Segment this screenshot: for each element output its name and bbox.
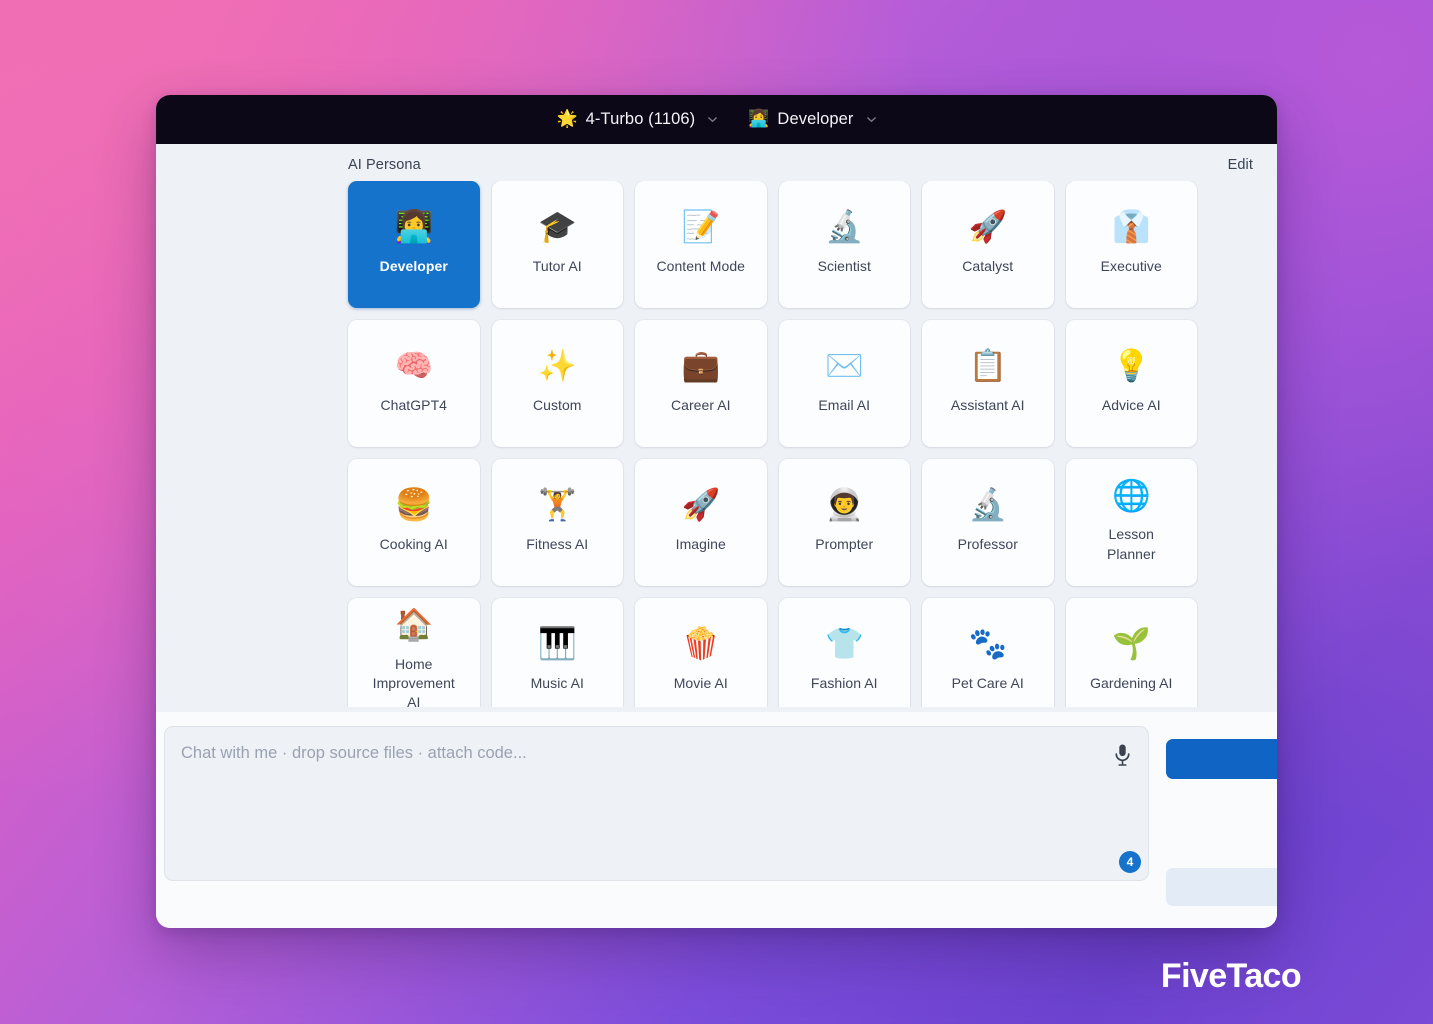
persona-card[interactable]: 🏠 Home Improvement AI: [348, 598, 480, 707]
graduation-cap-icon: 🎓: [537, 209, 577, 246]
sun-icon: 🌟: [556, 109, 578, 129]
persona-card[interactable]: 🍿 Movie AI: [635, 598, 767, 707]
persona-card[interactable]: 👨‍🚀 Prompter: [778, 459, 910, 586]
globe-icon: 🌐: [1111, 477, 1151, 514]
app-window: 🌟 4-Turbo (1106) 👩‍💻 Developer AI Person…: [156, 95, 1277, 928]
persona-card-label: Tutor AI: [532, 257, 582, 274]
composer-side-actions: [1166, 726, 1277, 906]
necktie-suit-icon: 👔: [1111, 209, 1151, 246]
persona-card[interactable]: 📋 Assistant AI: [922, 320, 1054, 447]
piano-keyboard-icon: 🎹: [537, 626, 577, 663]
persona-panel: AI Persona Edit 👩‍💻 Developer 🎓 Tutor AI 📝 Co…: [156, 144, 1277, 712]
chevron-down-icon: [707, 114, 718, 125]
persona-card[interactable]: 🍔 Cooking AI: [348, 459, 480, 586]
persona-card[interactable]: 📝 Content Mode: [635, 181, 767, 308]
persona-grid: 👩‍💻 Developer 🎓 Tutor AI 📝 Content Mode 🔬 Scien…: [348, 181, 1197, 707]
page-title: AI Persona: [348, 157, 421, 173]
microphone-icon: [1114, 743, 1131, 770]
page-backdrop: 🌟 4-Turbo (1106) 👩‍💻 Developer AI Person…: [0, 0, 1433, 1024]
paw-prints-icon: 🐾: [968, 626, 1008, 663]
persona-card-label: ChatGPT4: [380, 396, 448, 413]
lightbulb-icon: 💡: [1111, 348, 1151, 385]
model-selector-label: 4-Turbo (1106): [585, 110, 696, 128]
chevron-down-icon: [866, 114, 877, 125]
persona-card-label: Catalyst: [962, 257, 1014, 274]
envelope-icon: ✉️: [824, 348, 864, 385]
hamburger-icon: 🍔: [394, 487, 434, 524]
fivetaco-watermark: FiveTaco: [1160, 957, 1302, 995]
persona-card-label: Content Mode: [656, 257, 746, 274]
persona-card[interactable]: 🚀 Imagine: [635, 459, 767, 586]
persona-card[interactable]: 💼 Career AI: [635, 320, 767, 447]
seedling-icon: 🌱: [1111, 626, 1151, 663]
persona-card[interactable]: 🧠 ChatGPT4: [348, 320, 480, 447]
persona-selector-label: Developer: [777, 110, 854, 128]
rocket-icon: 🚀: [968, 209, 1008, 246]
persona-card-label: Movie AI: [673, 674, 728, 691]
persona-card-label: Cooking AI: [379, 535, 448, 552]
persona-panel-header: AI Persona Edit: [156, 144, 1277, 181]
attachment-count-badge[interactable]: 4: [1119, 851, 1141, 873]
person-at-laptop-icon: 👩‍💻: [394, 209, 434, 246]
persona-card[interactable]: 💡 Advice AI: [1065, 320, 1197, 447]
persona-card-label: Prompter: [815, 535, 874, 552]
persona-card-label: Executive: [1100, 257, 1162, 274]
persona-card-label: Imagine: [675, 535, 726, 552]
clipboard-icon: 📋: [968, 348, 1008, 385]
popcorn-icon: 🍿: [681, 626, 721, 663]
tshirt-icon: 👕: [824, 626, 864, 663]
persona-card[interactable]: ✉️ Email AI: [778, 320, 910, 447]
persona-card-label: Career AI: [670, 396, 731, 413]
titlebar: 🌟 4-Turbo (1106) 👩‍💻 Developer: [156, 95, 1277, 144]
secondary-action-button[interactable]: [1166, 868, 1277, 906]
persona-card[interactable]: 🌱 Gardening AI: [1065, 598, 1197, 707]
astronaut-icon: 👨‍🚀: [824, 487, 864, 524]
persona-card-label: Custom: [532, 396, 582, 413]
microscope-icon: 🔬: [824, 209, 864, 246]
memo-pencil-icon: 📝: [681, 209, 721, 246]
microphone-button[interactable]: [1109, 741, 1135, 771]
persona-card[interactable]: 👔 Executive: [1065, 181, 1197, 308]
house-icon: 🏠: [394, 607, 434, 644]
persona-card-label: Gardening AI: [1090, 674, 1173, 691]
persona-grid-scroll-region[interactable]: 👩‍💻 Developer 🎓 Tutor AI 📝 Content Mode 🔬 Scien…: [156, 181, 1277, 707]
persona-card[interactable]: 🎹 Music AI: [491, 598, 623, 707]
persona-card-label: Music AI: [530, 674, 584, 691]
persona-card-label: Home Improvement AI: [372, 655, 455, 707]
person-at-laptop-icon: 👩‍💻: [748, 109, 770, 129]
persona-card[interactable]: 🏋️ Fitness AI: [491, 459, 623, 586]
model-selector[interactable]: 🌟 4-Turbo (1106): [556, 110, 718, 129]
persona-card-label: Fashion AI: [810, 674, 878, 691]
composer-wrap: 4: [164, 726, 1149, 881]
persona-card[interactable]: 👕 Fashion AI: [778, 598, 910, 707]
chat-input[interactable]: [164, 726, 1149, 881]
persona-card[interactable]: 🌐 Lesson Planner: [1065, 459, 1197, 586]
weightlifter-icon: 🏋️: [537, 487, 577, 524]
microscope-icon: 🔬: [968, 487, 1008, 524]
persona-card-label: Developer: [379, 257, 448, 274]
persona-card[interactable]: 🔬 Scientist: [778, 181, 910, 308]
composer-area: 4: [156, 712, 1277, 928]
persona-card-label: Lesson Planner: [1106, 526, 1156, 562]
persona-card-label: Advice AI: [1101, 396, 1161, 413]
brain-icon: 🧠: [394, 348, 434, 385]
rocket-icon: 🚀: [681, 487, 721, 524]
persona-card[interactable]: 👩‍💻 Developer: [348, 181, 480, 308]
persona-card-label: Assistant AI: [950, 396, 1025, 413]
briefcase-icon: 💼: [681, 348, 721, 385]
persona-card[interactable]: 🚀 Catalyst: [922, 181, 1054, 308]
persona-card[interactable]: 🐾 Pet Care AI: [922, 598, 1054, 707]
persona-card[interactable]: 🔬 Professor: [922, 459, 1054, 586]
persona-card[interactable]: ✨ Custom: [491, 320, 623, 447]
sparkles-icon: ✨: [537, 348, 577, 385]
persona-card-label: Fitness AI: [526, 535, 589, 552]
persona-card[interactable]: 🎓 Tutor AI: [491, 181, 623, 308]
persona-card-label: Email AI: [818, 396, 871, 413]
persona-card-label: Professor: [957, 535, 1018, 552]
persona-card-label: Scientist: [817, 257, 871, 274]
send-button[interactable]: [1166, 739, 1277, 779]
persona-card-label: Pet Care AI: [951, 674, 1024, 691]
edit-personas-button[interactable]: Edit: [1228, 157, 1253, 173]
persona-selector[interactable]: 👩‍💻 Developer: [748, 110, 876, 129]
